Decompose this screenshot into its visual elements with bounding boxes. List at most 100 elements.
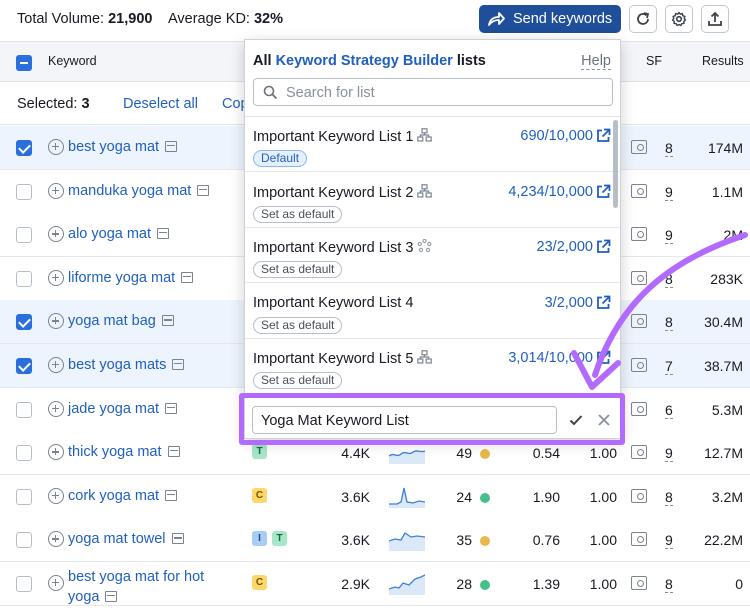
- row-checkbox[interactable]: [16, 270, 32, 287]
- add-circle-icon[interactable]: [48, 444, 64, 461]
- export-button[interactable]: [701, 5, 729, 33]
- add-circle-icon[interactable]: [48, 226, 64, 243]
- keyword-link[interactable]: yoga mat bag: [68, 313, 174, 329]
- keyword-link[interactable]: best yoga mat: [68, 139, 178, 155]
- sf-count[interactable]: 8: [665, 489, 673, 506]
- add-circle-icon[interactable]: [48, 269, 64, 286]
- sf-count[interactable]: 9: [665, 445, 673, 463]
- list-search-input[interactable]: [286, 83, 606, 102]
- serp-snapshot-icon[interactable]: [161, 315, 174, 327]
- row-checkbox[interactable]: [16, 576, 32, 592]
- list-name[interactable]: Important Keyword List 5: [253, 350, 433, 367]
- add-circle-icon[interactable]: [48, 313, 64, 330]
- serp-snapshot-icon[interactable]: [165, 402, 178, 414]
- serp-features-icon[interactable]: [631, 401, 647, 416]
- set-default-button[interactable]: Set as default: [253, 261, 343, 278]
- keyword-link[interactable]: alo yoga mat: [68, 226, 170, 242]
- keyword-link[interactable]: best yoga mat for hot yoga: [68, 567, 228, 607]
- confirm-check-icon[interactable]: [568, 412, 584, 428]
- keyword-link[interactable]: best yoga mats: [68, 357, 185, 373]
- set-default-button[interactable]: Set as default: [253, 205, 343, 223]
- serp-features-icon[interactable]: [631, 270, 647, 285]
- list-name[interactable]: Important Keyword List 4: [253, 295, 413, 311]
- list-count-link[interactable]: 3,014/10,000: [508, 350, 593, 366]
- serp-snapshot-icon[interactable]: [181, 271, 194, 283]
- set-default-button[interactable]: Set as default: [253, 372, 343, 389]
- sf-count[interactable]: 6: [665, 402, 673, 419]
- list-count-link[interactable]: 690/10,000: [520, 128, 593, 144]
- sf-count[interactable]: 9: [665, 532, 673, 550]
- lists-scrollbar[interactable]: [613, 120, 618, 208]
- add-circle-icon[interactable]: [48, 575, 64, 591]
- new-list-input[interactable]: [261, 411, 551, 430]
- sf-count[interactable]: 8: [665, 271, 673, 288]
- list-item[interactable]: Important Keyword List 2 4,234/10,000 Set …: [245, 173, 620, 228]
- row-checkbox[interactable]: [16, 488, 32, 505]
- external-link-icon[interactable]: [596, 239, 611, 254]
- deselect-all-link[interactable]: Deselect all: [123, 96, 198, 112]
- sf-count[interactable]: 8: [665, 576, 673, 593]
- add-circle-icon[interactable]: [48, 400, 64, 417]
- serp-snapshot-icon[interactable]: [165, 141, 178, 152]
- send-keywords-button[interactable]: Send keywords: [479, 5, 621, 33]
- keyword-link[interactable]: manduka yoga mat: [68, 183, 210, 199]
- refresh-button[interactable]: [629, 5, 657, 33]
- row-checkbox[interactable]: [16, 140, 32, 156]
- row-checkbox[interactable]: [16, 314, 32, 331]
- list-item[interactable]: Important Keyword List 1 690/10,000 Defaul…: [245, 117, 620, 172]
- add-circle-icon[interactable]: [48, 357, 64, 373]
- sf-count[interactable]: 7: [665, 358, 673, 375]
- row-checkbox[interactable]: [16, 401, 32, 418]
- sf-count[interactable]: 9: [665, 227, 673, 245]
- column-keyword[interactable]: Keyword: [48, 54, 97, 68]
- column-sf[interactable]: SF: [646, 54, 662, 68]
- serp-snapshot-icon[interactable]: [167, 446, 180, 458]
- serp-features-icon[interactable]: [631, 358, 647, 372]
- row-checkbox[interactable]: [16, 227, 32, 244]
- list-search[interactable]: [253, 78, 613, 106]
- external-link-icon[interactable]: [596, 184, 611, 199]
- external-link-icon[interactable]: [596, 128, 611, 143]
- row-checkbox[interactable]: [16, 445, 32, 462]
- cancel-close-icon[interactable]: [597, 413, 611, 427]
- list-name[interactable]: Important Keyword List 3: [253, 238, 432, 256]
- serp-snapshot-icon[interactable]: [172, 359, 185, 370]
- help-link[interactable]: Help: [581, 53, 611, 70]
- external-link-icon[interactable]: [596, 350, 611, 365]
- set-default-button[interactable]: Set as default: [253, 316, 343, 334]
- serp-features-icon[interactable]: [631, 140, 647, 154]
- row-checkbox[interactable]: [16, 532, 32, 549]
- serp-features-icon[interactable]: [631, 576, 647, 590]
- list-item[interactable]: Important Keyword List 5 3,014/10,000 Set …: [245, 339, 620, 394]
- row-checkbox[interactable]: [16, 183, 32, 200]
- list-item[interactable]: Important Keyword List 3 23/2,000 Set as d…: [245, 228, 620, 283]
- row-checkbox[interactable]: [16, 358, 32, 374]
- serp-features-icon[interactable]: [631, 314, 647, 329]
- sf-count[interactable]: 8: [665, 314, 673, 332]
- add-circle-icon[interactable]: [48, 182, 64, 199]
- keyword-link[interactable]: thick yoga mat: [68, 444, 180, 460]
- serp-features-icon[interactable]: [631, 488, 647, 503]
- keyword-link[interactable]: liforme yoga mat: [68, 270, 194, 286]
- select-all-checkbox[interactable]: [16, 55, 32, 71]
- add-circle-icon[interactable]: [48, 487, 64, 504]
- serp-snapshot-icon[interactable]: [171, 533, 184, 545]
- serp-features-icon[interactable]: [631, 445, 647, 460]
- serp-features-icon[interactable]: [631, 227, 647, 242]
- keyword-link[interactable]: yoga mat towel: [68, 531, 184, 547]
- list-count-link[interactable]: 23/2,000: [537, 239, 593, 255]
- serp-snapshot-icon[interactable]: [197, 184, 210, 196]
- list-count-link[interactable]: 4,234/10,000: [508, 184, 593, 200]
- keyword-link[interactable]: cork yoga mat: [68, 488, 178, 504]
- serp-snapshot-icon[interactable]: [157, 228, 170, 240]
- new-list-field[interactable]: [252, 406, 557, 434]
- list-name[interactable]: Important Keyword List 2: [253, 183, 433, 201]
- serp-features-icon[interactable]: [631, 183, 647, 198]
- serp-features-icon[interactable]: [631, 532, 647, 547]
- column-results[interactable]: Results: [702, 54, 744, 68]
- list-name[interactable]: Important Keyword List 1: [253, 128, 433, 145]
- add-circle-icon[interactable]: [48, 139, 64, 155]
- keyword-link[interactable]: jade yoga mat: [68, 401, 178, 417]
- add-circle-icon[interactable]: [48, 531, 64, 548]
- list-count-link[interactable]: 3/2,000: [545, 295, 593, 311]
